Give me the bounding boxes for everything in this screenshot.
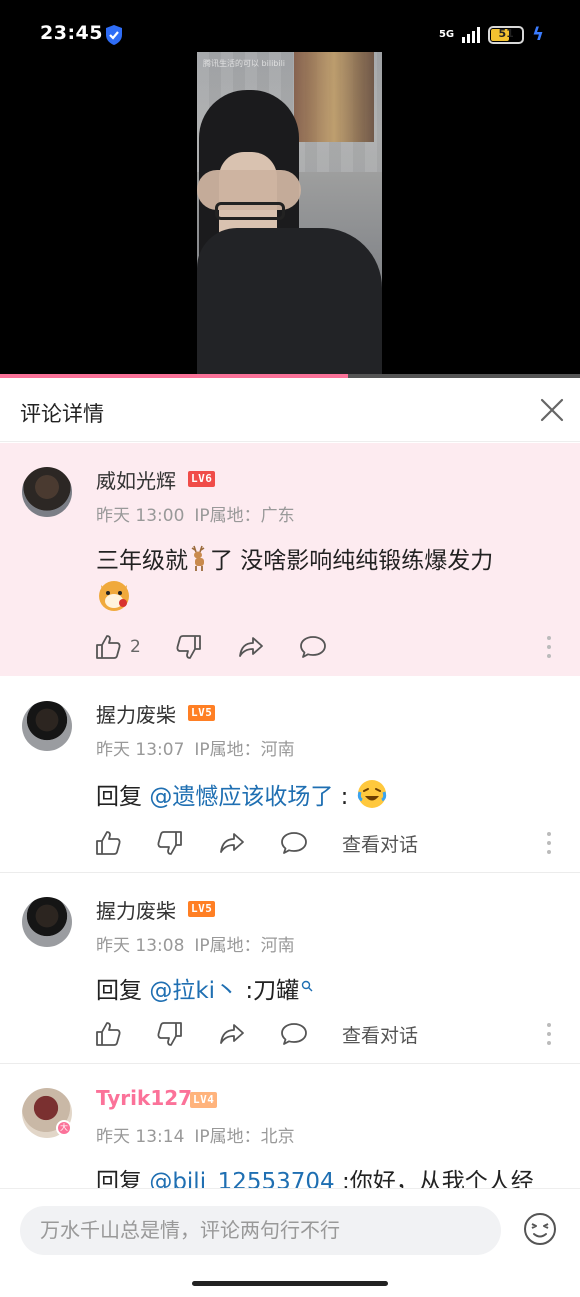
network-type: 5G — [438, 28, 455, 40]
comment-text-part: :刀罐 — [238, 978, 300, 1004]
comment-text: 回复 @拉ki丶 :刀罐 — [96, 971, 313, 1005]
comment-bubble-icon — [299, 636, 326, 658]
avatar[interactable] — [22, 467, 72, 517]
comment-meta: 昨天 13:00 IP属地：广东 — [96, 501, 305, 526]
thumbs-down-icon — [176, 635, 201, 659]
comment-actions: 查看对话 — [94, 829, 418, 857]
like-button[interactable] — [94, 1020, 122, 1048]
comment-time: 昨天 13:00 — [96, 506, 185, 526]
mention-link[interactable]: @拉ki丶 — [149, 978, 238, 1004]
avatar[interactable] — [22, 897, 72, 947]
level-badge: LV4 — [190, 1092, 218, 1108]
share-icon — [220, 1024, 244, 1044]
share-button[interactable] — [237, 633, 265, 661]
video-watermark: 腾讯生活的可以 bilibili — [203, 59, 286, 68]
share-button[interactable] — [218, 829, 246, 857]
comment-detail-header: 评论详情 — [0, 378, 580, 442]
comment-text-part: 了 没啥影响纯纯锻练爆发力 — [210, 548, 494, 574]
comment-text: 回复 @遗憾应该收场了 : — [96, 777, 388, 816]
video-frame[interactable]: 腾讯生活的可以 bilibili — [197, 52, 382, 378]
comment-actions: 查看对话 — [94, 1020, 418, 1048]
thumbs-up-icon — [96, 831, 121, 855]
mention-link[interactable]: @遗憾应该收场了 — [149, 784, 333, 810]
reply-item: 大 Tyrik127 LV4 昨天 13:14 IP属地：北京 回复 @bili_… — [0, 1064, 580, 1188]
comment-time: 昨天 13:08 — [96, 936, 185, 956]
mention-link[interactable]: @bili_12553704 — [149, 1169, 334, 1188]
reply-item: 握力废柴 LV5 昨天 13:07 IP属地：河南 回复 @遗憾应该收场了 : 查… — [0, 677, 580, 873]
share-icon — [220, 833, 244, 853]
dislike-button[interactable] — [175, 633, 203, 661]
comment-ip: IP属地：河南 — [194, 740, 295, 760]
video-player[interactable]: 23:45 5G 51 ϟ 腾讯生活的可以 bilibili — [0, 0, 580, 378]
emoji-icon[interactable] — [522, 1211, 558, 1247]
shield-icon — [106, 25, 122, 45]
like-count: 2 — [130, 637, 141, 657]
more-options-icon[interactable] — [546, 636, 552, 658]
comment-text: 三年级就 了 没啥影响纯纯锻练爆发力 — [96, 541, 493, 575]
reply-item: 握力废柴 LV5 昨天 13:08 IP属地：河南 回复 @拉ki丶 :刀罐 查看… — [0, 873, 580, 1064]
thumbs-down-icon — [157, 831, 182, 855]
panel-title: 评论详情 — [20, 402, 104, 426]
deer-emoji-icon — [188, 544, 210, 572]
big-member-badge-icon: 大 — [56, 1120, 72, 1136]
reply-prefix: 回复 — [96, 978, 150, 1004]
reply-button[interactable] — [299, 633, 327, 661]
reply-button[interactable] — [280, 1020, 308, 1048]
comment-text-part: :你好，从我个人经 — [334, 1169, 534, 1188]
comment-ip: IP属地：广东 — [194, 506, 295, 526]
main-comment: 威如光辉 LV6 昨天 13:00 IP属地：广东 三年级就 了 没啥影响纯纯锻练… — [0, 443, 580, 676]
reply-button[interactable] — [280, 829, 308, 857]
thumbs-up-icon — [96, 635, 121, 659]
battery-icon: 51 — [488, 25, 525, 44]
username[interactable]: 威如光辉 — [96, 465, 176, 494]
comment-input[interactable]: 万水千山总是情，评论两句行不行 — [20, 1206, 501, 1255]
close-icon[interactable] — [538, 396, 566, 424]
comment-input-bar: 万水千山总是情，评论两句行不行 — [0, 1188, 580, 1297]
more-options-icon[interactable] — [546, 1023, 552, 1045]
like-button[interactable] — [94, 829, 122, 857]
view-conversation-link[interactable]: 查看对话 — [342, 830, 418, 857]
comment-ip: IP属地：河南 — [194, 936, 295, 956]
like-button[interactable]: 2 — [94, 633, 141, 661]
dislike-button[interactable] — [156, 829, 184, 857]
dislike-button[interactable] — [156, 1020, 184, 1048]
level-badge: LV5 — [188, 901, 216, 917]
comment-ip: IP属地：北京 — [194, 1127, 295, 1147]
reply-prefix: 回复 — [96, 1169, 150, 1188]
comment-meta: 昨天 13:08 IP属地：河南 — [96, 931, 305, 956]
battery-level: 51 — [498, 26, 514, 40]
comment-text-part: : — [333, 784, 349, 810]
signal-icon — [462, 26, 481, 43]
laugh-cry-emoji-icon — [356, 778, 388, 816]
comment-time: 昨天 13:07 — [96, 740, 185, 760]
comment-bubble-icon — [281, 832, 307, 854]
comment-meta: 昨天 13:07 IP属地：河南 — [96, 735, 305, 760]
home-indicator[interactable] — [192, 1281, 388, 1286]
avatar[interactable] — [22, 701, 72, 751]
status-time: 23:45 — [40, 22, 103, 44]
thumbs-up-icon — [96, 1022, 121, 1046]
reply-prefix: 回复 — [96, 784, 150, 810]
comment-meta: 昨天 13:14 IP属地：北京 — [96, 1122, 305, 1147]
username[interactable]: 握力废柴 — [96, 699, 176, 728]
search-icon[interactable] — [301, 972, 313, 998]
more-options-icon[interactable] — [546, 832, 552, 854]
comment-time: 昨天 13:14 — [96, 1127, 185, 1147]
doge-emoji-icon — [96, 577, 132, 617]
level-badge: LV5 — [188, 705, 216, 721]
comment-text: 回复 @bili_12553704 :你好，从我个人经 — [96, 1162, 534, 1188]
username[interactable]: 握力废柴 — [96, 895, 176, 924]
view-conversation-link[interactable]: 查看对话 — [342, 1021, 418, 1048]
comment-bubble-icon — [281, 1023, 307, 1045]
share-button[interactable] — [218, 1020, 246, 1048]
level-badge: LV6 — [188, 471, 216, 487]
charging-icon: ϟ — [532, 24, 544, 45]
username[interactable]: Tyrik127 — [96, 1086, 192, 1110]
comment-actions: 2 — [94, 633, 361, 661]
share-icon — [238, 637, 263, 657]
comment-text-part: 三年级就 — [96, 548, 188, 574]
thumbs-down-icon — [157, 1022, 182, 1046]
